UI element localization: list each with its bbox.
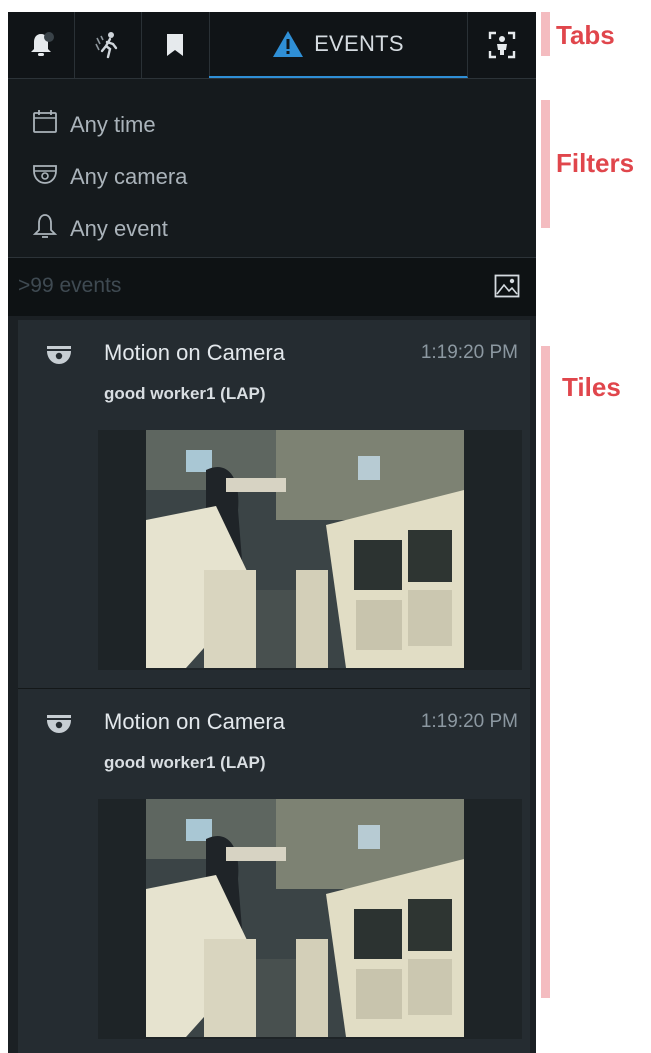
- filters-section: Any time Any camera Any event: [8, 79, 536, 258]
- event-title: Motion on Camera: [104, 709, 285, 734]
- time-filter-label: Any time: [70, 112, 156, 137]
- tab-motion[interactable]: [74, 12, 142, 78]
- bell-icon: [26, 30, 56, 60]
- annotation-bar-tiles: [541, 346, 550, 998]
- event-thumbnail-frame: [98, 430, 522, 670]
- camera-icon: [46, 344, 72, 371]
- events-count: >99 events: [18, 274, 122, 297]
- annotation-tabs: Tabs: [556, 20, 615, 50]
- tab-bookmarks[interactable]: [141, 12, 210, 78]
- event-camera-name: good worker1 (LAP): [104, 384, 266, 403]
- walking-person-icon: [93, 30, 123, 60]
- time-filter[interactable]: Any time: [32, 105, 156, 145]
- event-filter-label: Any event: [70, 216, 168, 241]
- tab-bar: EVENTS: [8, 12, 536, 79]
- tab-events[interactable]: EVENTS: [209, 12, 468, 78]
- event-time: 1:19:20 PM: [420, 711, 518, 732]
- event-tile[interactable]: Motion on Camera 1:19:20 PM good worker1…: [18, 320, 530, 689]
- bookmark-icon: [164, 32, 186, 58]
- tab-notifications[interactable]: [8, 12, 75, 78]
- camera-filter-label: Any camera: [70, 164, 188, 189]
- camera-icon: [46, 713, 72, 740]
- event-thumbnail[interactable]: [146, 430, 464, 668]
- annotation-bar-tabs: [541, 12, 550, 56]
- person-frame-icon: [487, 30, 517, 60]
- event-camera-name: good worker1 (LAP): [104, 753, 266, 772]
- image-view-icon[interactable]: [494, 274, 520, 303]
- event-thumbnail[interactable]: [146, 799, 464, 1037]
- event-title: Motion on Camera: [104, 340, 285, 365]
- annotation-filters: Filters: [556, 148, 635, 178]
- annotation-bar-filters: [541, 100, 550, 228]
- event-tile[interactable]: Motion on Camera 1:19:20 PM good worker1…: [18, 689, 530, 1053]
- events-count-bar: >99 events: [8, 258, 536, 316]
- camera-icon: [32, 161, 70, 193]
- tab-events-label: EVENTS: [314, 31, 404, 56]
- calendar-icon: [32, 109, 70, 141]
- tab-objects[interactable]: [467, 12, 536, 78]
- right-panel: EVENTS Any time Any camera Any event >99…: [8, 12, 536, 1053]
- annotation-tiles: Tiles: [562, 372, 621, 402]
- camera-filter[interactable]: Any camera: [32, 157, 187, 197]
- event-filter[interactable]: Any event: [32, 209, 168, 249]
- bell-outline-icon: [32, 213, 70, 245]
- event-time: 1:19:20 PM: [420, 342, 518, 363]
- warning-triangle-icon: [272, 30, 304, 58]
- event-thumbnail-frame: [98, 799, 522, 1039]
